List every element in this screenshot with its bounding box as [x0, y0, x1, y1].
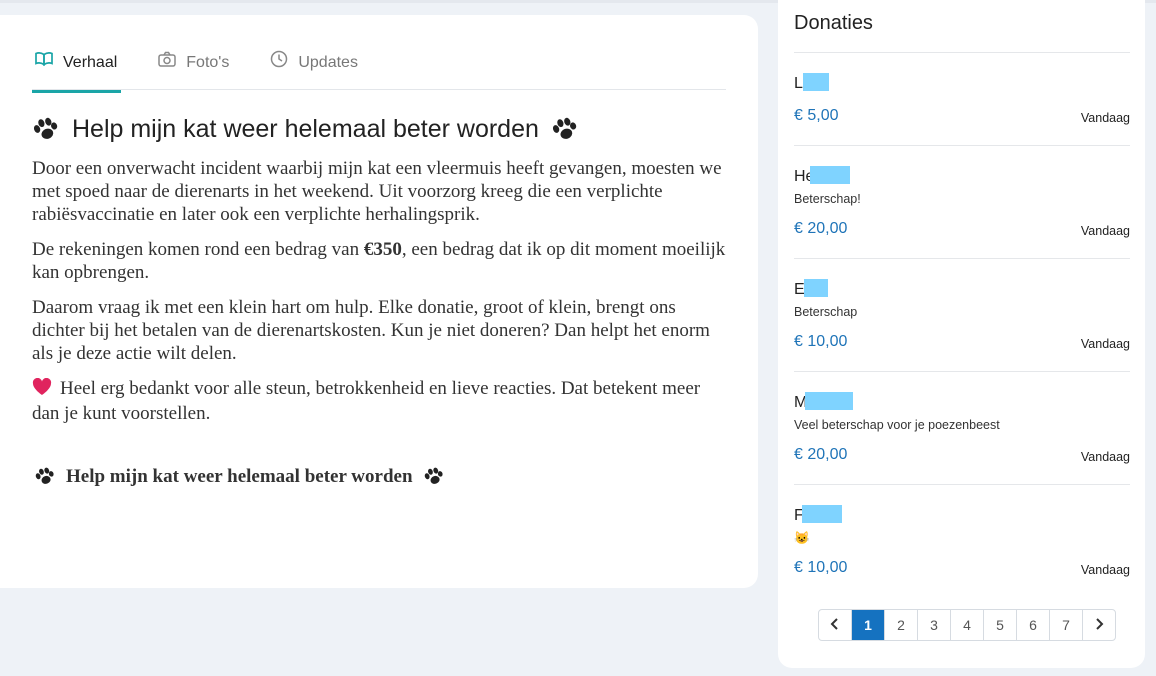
tab-updates[interactable]: Updates: [267, 45, 362, 91]
donation-amount: € 20,00: [794, 220, 848, 237]
donation-date: Vandaag: [1080, 450, 1130, 464]
story-paragraph: Door een onverwacht incident waarbij mij…: [32, 158, 722, 225]
paw-icon: [34, 467, 56, 487]
redaction: [810, 166, 851, 184]
donation-date: Vandaag: [1080, 111, 1130, 125]
page-button-1[interactable]: 1: [851, 610, 884, 640]
text: De rekeningen komen rond een bedrag van: [32, 239, 364, 260]
story-title-text: Help mijn kat weer helemaal beter worden: [72, 115, 539, 143]
next-page-button[interactable]: [1082, 610, 1115, 640]
clock-icon: [269, 49, 289, 69]
page-button-7[interactable]: 7: [1049, 610, 1082, 640]
chevron-left-icon: [830, 617, 840, 633]
donor-name: L: [794, 73, 829, 93]
story-paragraph: De rekeningen komen rond een bedrag van …: [32, 238, 732, 284]
story-subtitle: Help mijn kat weer helemaal beter worden: [34, 466, 445, 488]
page-button-5[interactable]: 5: [983, 610, 1016, 640]
divider: [794, 145, 1130, 146]
donations-panel: Donaties L € 5,00 Vandaag He Beterschap!…: [778, 0, 1145, 668]
donations-title: Donaties: [794, 12, 873, 34]
tab-fotos[interactable]: Foto's: [155, 45, 233, 91]
paw-icon: [551, 117, 579, 143]
donor-name: E: [794, 279, 828, 299]
donor-name: F: [794, 505, 842, 525]
page-button-3[interactable]: 3: [917, 610, 950, 640]
donation-message: Beterschap!: [794, 192, 861, 206]
story-tabs: Verhaal Foto's Updates: [32, 45, 726, 93]
donation-date: Vandaag: [1080, 224, 1130, 238]
donation-message: Beterschap: [794, 305, 858, 319]
tab-label: Verhaal: [63, 54, 118, 71]
amount-bold: €350: [363, 239, 402, 260]
redaction: [801, 505, 842, 523]
donation-amount: € 20,00: [794, 446, 848, 463]
divider: [794, 371, 1130, 372]
heart-icon: [32, 377, 52, 402]
donation-message: Veel beterschap voor je poezenbeest: [794, 418, 1000, 432]
redaction: [805, 392, 854, 410]
divider: [794, 52, 1130, 53]
book-icon: [34, 49, 54, 69]
story-subtitle-text: Help mijn kat weer helemaal beter worden: [66, 466, 413, 487]
camera-icon: [157, 49, 177, 69]
text: Heel erg bedankt voor alle steun, betrok…: [32, 378, 701, 424]
page-button-2[interactable]: 2: [884, 610, 917, 640]
donor-name: He: [794, 166, 851, 186]
redaction: [802, 73, 829, 91]
chevron-right-icon: [1094, 617, 1104, 633]
donation-amount: € 10,00: [794, 559, 848, 576]
donation-message: 😺: [794, 531, 810, 545]
story-body: Door een onverwacht incident waarbij mij…: [32, 157, 732, 437]
prev-page-button[interactable]: [819, 610, 851, 640]
story-card: Verhaal Foto's Updates Help mijn kat wee…: [0, 15, 758, 588]
page-button-6[interactable]: 6: [1016, 610, 1049, 640]
page-button-4[interactable]: 4: [950, 610, 983, 640]
donation-date: Vandaag: [1080, 563, 1130, 577]
tab-verhaal[interactable]: Verhaal: [32, 45, 122, 93]
donor-initial: L: [794, 75, 803, 92]
redaction: [803, 279, 828, 297]
paw-icon: [423, 467, 445, 487]
donation-amount: € 5,00: [794, 107, 839, 124]
tab-label: Updates: [298, 54, 358, 71]
paw-icon: [32, 117, 60, 143]
donation-amount: € 10,00: [794, 333, 848, 350]
donation-date: Vandaag: [1080, 337, 1130, 351]
divider: [794, 484, 1130, 485]
pagination: 1 2 3 4 5 6 7: [818, 609, 1116, 641]
story-paragraph: Daarom vraag ik met een klein hart om hu…: [32, 297, 710, 364]
tab-label: Foto's: [186, 54, 230, 71]
donor-name: M: [794, 392, 854, 412]
story-paragraph: Heel erg bedankt voor alle steun, betrok…: [32, 377, 732, 425]
story-title: Help mijn kat weer helemaal beter worden: [32, 115, 579, 144]
divider: [794, 258, 1130, 259]
